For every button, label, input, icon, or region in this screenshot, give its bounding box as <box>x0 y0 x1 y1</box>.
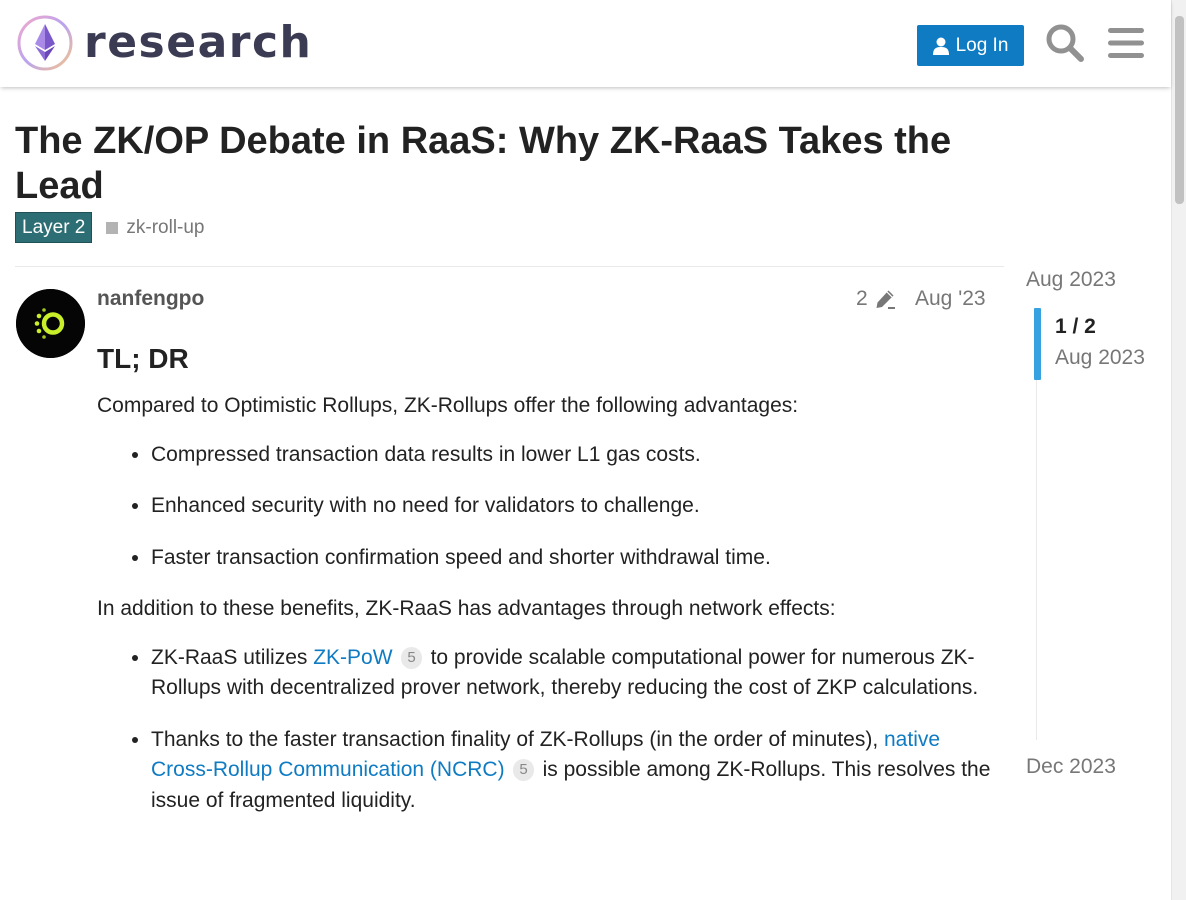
hamburger-icon <box>1108 28 1144 58</box>
avatar-image <box>16 289 85 358</box>
page-scrollbar[interactable] <box>1171 0 1186 900</box>
category-badge[interactable]: Layer 2 <box>15 212 93 243</box>
post-intro: Compared to Optimistic Rollups, ZK-Rollu… <box>97 394 799 417</box>
user-icon <box>932 37 949 55</box>
list-item: Faster transaction confirmation speed an… <box>151 543 992 574</box>
login-label: Log In <box>955 34 1009 56</box>
edit-history-button[interactable]: 2 <box>856 287 896 311</box>
link-click-count: 5 <box>513 759 534 781</box>
search-icon <box>1046 24 1084 62</box>
timeline-current-date: Aug 2023 <box>1055 346 1145 369</box>
site-header: research Log In <box>0 0 1171 87</box>
list-item: Enhanced security with no need for valid… <box>151 491 992 522</box>
tag-square-icon <box>106 221 119 234</box>
zk-pow-link[interactable]: ZK-PoW <box>313 646 392 669</box>
tag-zk-roll-up[interactable]: zk-roll-up <box>106 216 205 239</box>
search-button[interactable] <box>1043 20 1087 66</box>
login-button[interactable]: Log In <box>917 25 1024 66</box>
post-divider <box>15 266 1004 267</box>
hamburger-menu-button[interactable] <box>1104 20 1148 66</box>
post-username[interactable]: nanfengpo <box>97 287 204 311</box>
list-item-text: ZK-RaaS utilizes <box>151 645 314 669</box>
site-title: research <box>84 17 313 68</box>
timeline-start-date[interactable]: Aug 2023 <box>1026 268 1116 292</box>
network-intro: In addition to these benefits, ZK-RaaS h… <box>97 597 836 620</box>
scrollbar-thumb[interactable] <box>1175 16 1184 204</box>
post-date[interactable]: Aug '23 <box>915 287 986 311</box>
post-heading: TL; DR <box>97 343 189 374</box>
post-body: TL; DR Compared to Optimistic Rollups, Z… <box>97 340 992 837</box>
list-item: Thanks to the faster transaction finalit… <box>151 725 992 817</box>
tag-label: zk-roll-up <box>126 216 205 238</box>
site-logo[interactable]: research <box>16 14 312 72</box>
link-click-count: 5 <box>401 646 422 669</box>
list-item: ZK-RaaS utilizes ZK-PoW 5 to provide sca… <box>151 643 992 704</box>
topic-tags: Layer 2 zk-roll-up <box>15 212 205 243</box>
timeline-handle[interactable] <box>1034 308 1041 380</box>
list-item: Compressed transaction data results in l… <box>151 440 992 471</box>
avatar[interactable] <box>16 289 85 358</box>
timeline-end-date[interactable]: Dec 2023 <box>1026 755 1116 779</box>
list-item-text: Thanks to the faster transaction finalit… <box>151 727 884 751</box>
network-effects-list: ZK-RaaS utilizes ZK-PoW 5 to provide sca… <box>97 643 992 817</box>
advantages-list: Compressed transaction data results in l… <box>97 440 992 574</box>
edit-count: 2 <box>856 287 868 310</box>
pencil-icon <box>876 290 895 309</box>
timeline-position: 1 / 2 <box>1055 315 1096 338</box>
topic-title[interactable]: The ZK/OP Debate in RaaS: Why ZK-RaaS Ta… <box>15 119 1005 209</box>
ethereum-logo-icon <box>17 15 73 71</box>
